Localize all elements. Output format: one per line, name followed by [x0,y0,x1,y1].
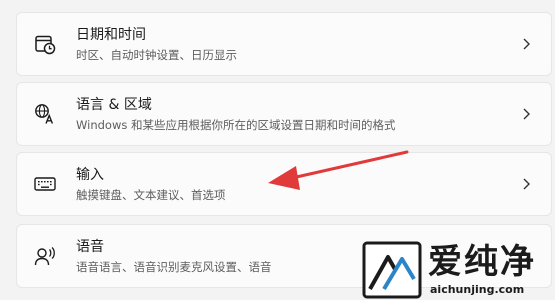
settings-item-date-time[interactable]: 日期和时间 时区、自动时钟设置、日历显示 [16,12,552,76]
chevron-right-icon [523,38,530,50]
keyboard-icon [34,177,56,191]
settings-item-subtitle: 触摸键盘、文本建议、首选项 [76,188,226,202]
watermark-logo-icon [362,241,422,299]
chevron-right-icon [523,178,530,190]
settings-item-subtitle: 语音语言、语音识别麦克风设置、语音 [76,260,272,274]
settings-item-title: 日期和时间 [76,27,146,43]
chevron-right-icon [523,108,530,120]
settings-item-subtitle: Windows 和某些应用根据你所在的区域设置日期和时间的格式 [76,118,396,132]
settings-item-input[interactable]: 输入 触摸键盘、文本建议、首选项 [16,152,552,216]
settings-item-title: 输入 [76,167,104,183]
settings-item-title: 语音 [76,239,104,255]
speech-icon [34,247,55,266]
calendar-clock-icon [35,35,56,55]
watermark-url: aichunjing.com [430,283,525,296]
settings-item-title: 语言 & 区域 [76,97,152,113]
settings-item-subtitle: 时区、自动时钟设置、日历显示 [76,48,237,62]
watermark: 爱纯净 aichunjing.com [362,241,555,300]
watermark-brand: 爱纯净 [428,242,536,282]
language-icon [35,104,54,124]
settings-item-language-region[interactable]: 语言 & 区域 Windows 和某些应用根据你所在的区域设置日期和时间的格式 [16,82,552,146]
